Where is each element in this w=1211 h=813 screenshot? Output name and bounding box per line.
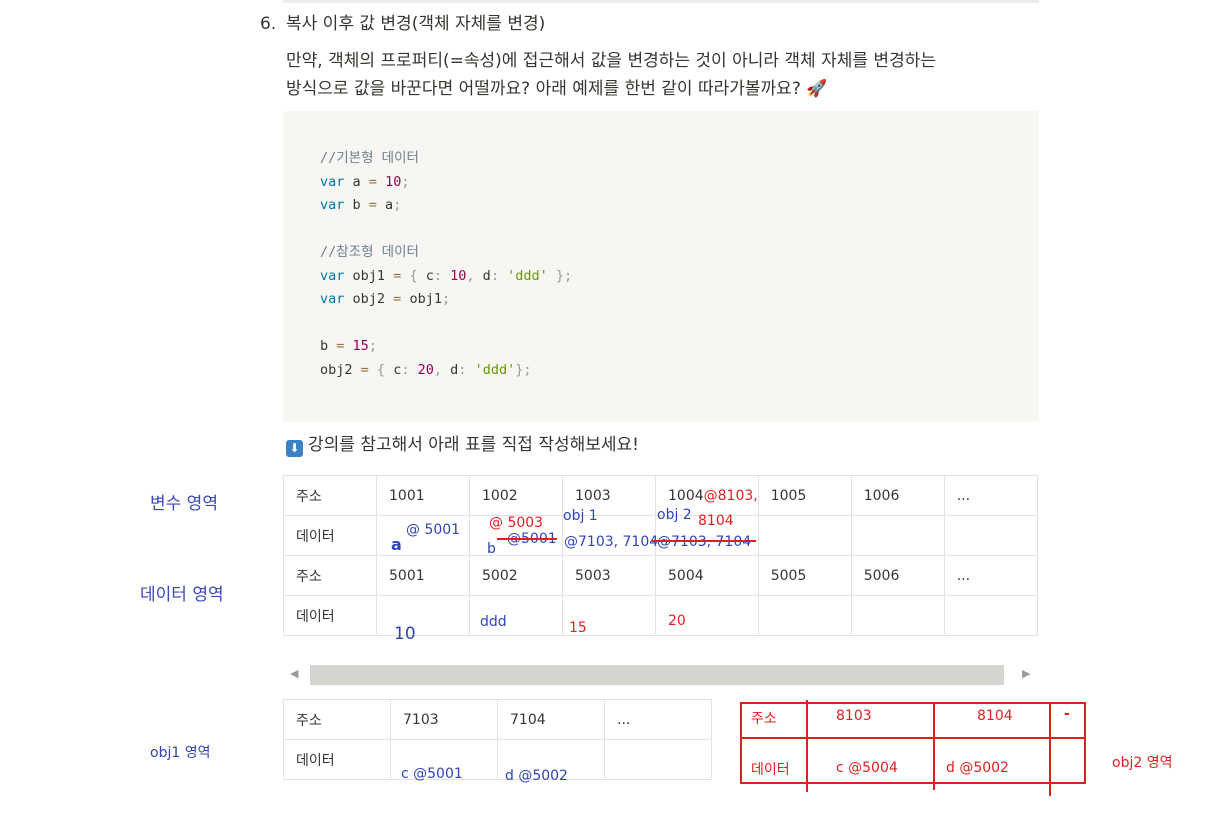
red-divider	[740, 737, 1086, 739]
annotation-b: b	[487, 541, 496, 557]
annotation-obj1: obj 1	[563, 508, 598, 524]
table-cell: ...	[943, 555, 1038, 596]
row-header: 데이터	[283, 739, 391, 780]
code-comment-primitive: //기본형 데이터	[320, 150, 419, 166]
memory-table: 주소 1001 1002 1003 1004@8103, 1005 1006 .…	[283, 475, 1038, 636]
horizontal-scrollbar[interactable]	[310, 665, 1004, 685]
red-divider	[933, 702, 935, 790]
obj2-addr-label: 주소	[751, 711, 777, 727]
row-header: 주소	[283, 699, 391, 740]
annotation-obj2-new: 8104	[698, 513, 734, 529]
table-cell: ...	[943, 475, 1038, 516]
top-divider	[283, 0, 1039, 3]
annotation-data-5003: 15	[569, 620, 587, 636]
variable-area-label: 변수 영역	[150, 494, 218, 514]
table-cell: 7103	[390, 699, 498, 740]
strike-line	[497, 538, 557, 540]
table-cell: 1002	[469, 475, 563, 516]
data-area-label: 데이터 영역	[140, 585, 224, 605]
code-comment-reference: //참조형 데이터	[320, 244, 419, 260]
annotation-obj1-d: d @5002	[505, 768, 568, 784]
table-cell: 5002	[469, 555, 563, 596]
heading-number: 6.	[260, 14, 277, 34]
obj2-addr-2: 8104	[977, 708, 1013, 724]
table-cell	[757, 595, 852, 636]
obj2-area-label: obj2 영역	[1112, 755, 1173, 771]
obj1-table: 주소 7103 7104 ... 데이터	[283, 699, 712, 780]
annotation-obj2: obj 2	[657, 507, 692, 523]
cell-text: 1004	[668, 487, 704, 504]
annotation-obj1-value: @7103, 7104	[564, 534, 659, 550]
row-header: 주소	[283, 555, 377, 596]
table-cell: 5001	[376, 555, 470, 596]
table-cell: 5004	[655, 555, 759, 596]
table-cell: 1006	[850, 475, 945, 516]
paragraph-line-1: 만약, 객체의 프로퍼티(=속성)에 접근해서 값을 변경하는 것이 아니라 객…	[286, 51, 936, 71]
table-cell	[943, 515, 1038, 556]
table-cell	[757, 515, 852, 556]
heading-title: 복사 이후 값 변경(객체 자체를 변경)	[286, 14, 546, 34]
row-header: 데이터	[283, 515, 377, 556]
row-header: 주소	[283, 475, 377, 516]
table-cell: 5005	[757, 555, 852, 596]
table-row: 주소 5001 5002 5003 5004 5005 5006 ...	[283, 555, 1038, 596]
instruction-note: ⬇ 강의를 참고해서 아래 표를 직접 작성해보세요!	[286, 431, 639, 459]
obj2-data-label: 데이터	[751, 762, 790, 778]
table-cell: 1005	[757, 475, 852, 516]
row-header: 데이터	[283, 595, 377, 636]
table-row: 주소 7103 7104 ...	[283, 699, 712, 740]
table-cell	[604, 739, 712, 780]
scroll-left-icon[interactable]: ◀	[290, 667, 298, 680]
annotation-data-5004: 20	[668, 613, 686, 629]
obj2-addr-1: 8103	[836, 708, 872, 724]
obj2-table-frame	[740, 702, 1086, 784]
obj2-data-c: c @5004	[836, 760, 898, 776]
table-cell: ...	[604, 699, 712, 740]
annotation-a: a	[391, 535, 402, 554]
section-heading: 6. 복사 이후 값 변경(객체 자체를 변경)	[260, 12, 545, 36]
annotation-obj2-old: @7103, 7104	[657, 534, 752, 550]
table-cell	[943, 595, 1038, 636]
obj1-area-label: obj1 영역	[150, 745, 211, 761]
code-content: //기본형 데이터 var a = 10; var b = a; //참조형 데…	[320, 150, 573, 378]
note-text: 강의를 참고해서 아래 표를 직접 작성해보세요!	[308, 435, 639, 455]
obj2-addr-3: -	[1064, 706, 1070, 722]
annotation-a-value: @ 5001	[406, 522, 461, 538]
annotation-obj1-c: c @5001	[401, 766, 463, 782]
obj2-data-d: d @5002	[946, 760, 1009, 776]
intro-paragraph: 만약, 객체의 프로퍼티(=속성)에 접근해서 값을 변경하는 것이 아니라 객…	[286, 47, 1046, 103]
table-row: 데이터	[283, 739, 712, 780]
red-divider	[806, 700, 808, 792]
strike-line	[652, 540, 756, 542]
annotation-data-5001: 10	[394, 624, 416, 644]
annotation-obj2-new-addr: @8103,	[703, 487, 758, 504]
table-cell	[850, 515, 945, 556]
table-cell: 1001	[376, 475, 470, 516]
down-arrow-icon: ⬇	[286, 440, 303, 457]
table-cell: 5006	[850, 555, 945, 596]
red-divider	[1049, 702, 1051, 796]
annotation-data-5002: ddd	[480, 614, 507, 630]
code-block[interactable]: //기본형 데이터 var a = 10; var b = a; //참조형 데…	[283, 111, 1039, 422]
table-cell: 5003	[562, 555, 656, 596]
paragraph-line-2: 방식으로 값을 바꾼다면 어떨까요? 아래 예제를 한번 같이 따라가볼까요? …	[286, 79, 828, 99]
table-cell	[376, 595, 470, 636]
scroll-right-icon[interactable]: ▶	[1022, 667, 1030, 680]
table-cell	[850, 595, 945, 636]
annotation-b-new: @ 5003	[489, 515, 544, 531]
table-cell: 7104	[497, 699, 605, 740]
